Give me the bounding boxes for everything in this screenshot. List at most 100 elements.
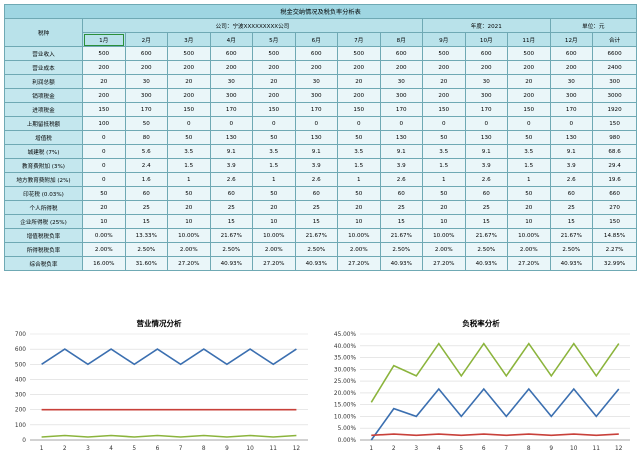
cell[interactable]: 2.6 [294, 172, 338, 187]
cell[interactable]: 50 [124, 116, 168, 131]
cell[interactable]: 0 [464, 116, 508, 131]
cell[interactable]: 0 [209, 116, 253, 131]
cell[interactable]: 200 [252, 88, 296, 103]
cell[interactable]: 60 [209, 186, 253, 201]
cell[interactable]: 150 [167, 102, 211, 117]
cell[interactable]: 200 [379, 60, 423, 75]
cell[interactable]: 10 [82, 214, 126, 229]
cell[interactable]: 50 [167, 130, 211, 145]
cell[interactable]: 170 [464, 102, 508, 117]
cell[interactable]: 20 [167, 74, 211, 89]
month-header-7[interactable]: 7月 [337, 32, 381, 47]
cell[interactable]: 600 [549, 46, 593, 61]
cell[interactable]: 50 [422, 130, 466, 145]
cell[interactable]: 150 [252, 102, 296, 117]
cell[interactable]: 170 [379, 102, 423, 117]
cell[interactable]: 200 [82, 60, 126, 75]
cell[interactable]: 15 [209, 214, 253, 229]
row-label[interactable]: 增值税 [4, 130, 83, 145]
cell[interactable]: 25 [294, 200, 338, 215]
row-label[interactable]: 进项税金 [4, 102, 83, 117]
unit-label[interactable]: 单位：元 [549, 18, 638, 33]
row-label[interactable]: 利润总额 [4, 74, 83, 89]
row-total[interactable]: 19.6 [591, 172, 638, 187]
row-label[interactable]: 印花税 (0.03%) [4, 186, 83, 201]
cell[interactable]: 9.1 [464, 144, 508, 159]
cell[interactable]: 600 [379, 46, 423, 61]
cell[interactable]: 15 [124, 214, 168, 229]
cell[interactable]: 200 [294, 60, 338, 75]
cell[interactable]: 300 [209, 88, 253, 103]
cell[interactable]: 2.50% [379, 242, 423, 257]
month-header-10[interactable]: 10月 [464, 32, 508, 47]
cell[interactable]: 130 [209, 130, 253, 145]
row-total[interactable]: 270 [591, 200, 638, 215]
cell[interactable]: 0 [252, 116, 296, 131]
cell[interactable]: 0 [337, 116, 381, 131]
cell[interactable]: 40.93% [379, 256, 423, 271]
month-header-6[interactable]: 6月 [294, 32, 338, 47]
cell[interactable]: 10.00% [422, 228, 466, 243]
cell[interactable]: 1.5 [167, 158, 211, 173]
cell[interactable]: 0.00% [82, 228, 126, 243]
cell[interactable]: 2.6 [379, 172, 423, 187]
cell[interactable]: 50 [252, 130, 296, 145]
cell[interactable]: 300 [379, 88, 423, 103]
cell[interactable]: 80 [124, 130, 168, 145]
cell[interactable]: 200 [422, 60, 466, 75]
month-header-12[interactable]: 12月 [549, 32, 593, 47]
cell[interactable]: 13.33% [124, 228, 168, 243]
cell[interactable]: 0 [167, 116, 211, 131]
cell[interactable]: 50 [167, 186, 211, 201]
cell[interactable]: 200 [549, 60, 593, 75]
cell[interactable]: 600 [209, 46, 253, 61]
cell[interactable]: 200 [507, 60, 551, 75]
cell[interactable]: 0 [507, 116, 551, 131]
cell[interactable]: 25 [549, 200, 593, 215]
cell[interactable]: 25 [124, 200, 168, 215]
cell[interactable]: 60 [549, 186, 593, 201]
cell[interactable]: 10.00% [337, 228, 381, 243]
month-header-9[interactable]: 9月 [422, 32, 466, 47]
cell[interactable]: 130 [549, 130, 593, 145]
cell[interactable]: 9.1 [379, 144, 423, 159]
cell[interactable]: 60 [294, 186, 338, 201]
cell[interactable]: 3.9 [294, 158, 338, 173]
row-total[interactable]: 14.85% [591, 228, 638, 243]
row-total[interactable]: 6600 [591, 46, 638, 61]
cell[interactable]: 1 [167, 172, 211, 187]
cell[interactable]: 150 [507, 102, 551, 117]
cell[interactable]: 0 [422, 116, 466, 131]
cell[interactable]: 20 [337, 74, 381, 89]
cell[interactable]: 16.00% [82, 256, 126, 271]
cell[interactable]: 3.5 [337, 144, 381, 159]
cell[interactable]: 40.93% [294, 256, 338, 271]
row-total[interactable]: 68.6 [591, 144, 638, 159]
cell[interactable]: 200 [464, 60, 508, 75]
cell[interactable]: 3.5 [252, 144, 296, 159]
cell[interactable]: 10 [252, 214, 296, 229]
cell[interactable]: 50 [337, 130, 381, 145]
cell[interactable]: 2.00% [252, 242, 296, 257]
cell[interactable]: 1 [422, 172, 466, 187]
cell[interactable]: 21.67% [464, 228, 508, 243]
cell[interactable]: 600 [464, 46, 508, 61]
cell[interactable]: 27.20% [337, 256, 381, 271]
cell[interactable]: 200 [209, 60, 253, 75]
cell[interactable]: 200 [252, 60, 296, 75]
cell[interactable]: 30 [549, 74, 593, 89]
cell[interactable]: 3.9 [209, 158, 253, 173]
cell[interactable]: 27.20% [422, 256, 466, 271]
cell[interactable]: 150 [422, 102, 466, 117]
cell[interactable]: 10 [337, 214, 381, 229]
cell[interactable]: 9.1 [294, 144, 338, 159]
row-label[interactable]: 个人所得税 [4, 200, 83, 215]
row-total[interactable]: 660 [591, 186, 638, 201]
month-header-4[interactable]: 4月 [209, 32, 253, 47]
cell[interactable]: 1 [252, 172, 296, 187]
cell[interactable]: 2.4 [124, 158, 168, 173]
cell[interactable]: 30 [209, 74, 253, 89]
cell[interactable]: 21.67% [209, 228, 253, 243]
cell[interactable]: 20 [507, 74, 551, 89]
cell[interactable]: 15 [464, 214, 508, 229]
